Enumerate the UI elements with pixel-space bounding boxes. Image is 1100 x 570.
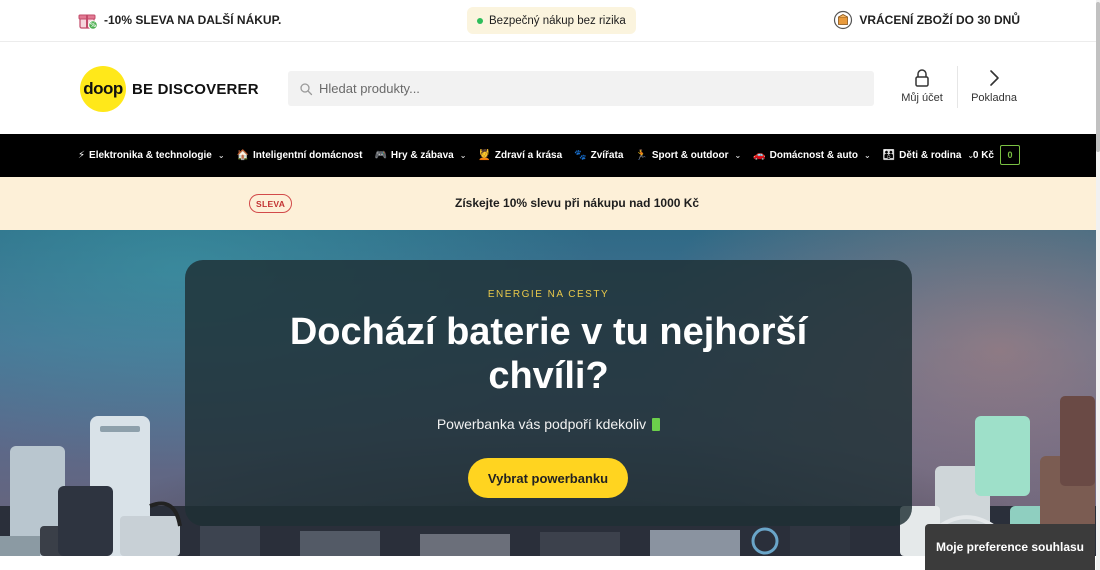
- logo-name: BE DISCOVERER: [132, 80, 259, 98]
- chevron-down-icon: ⌄: [864, 151, 871, 160]
- nav-item-pets[interactable]: 🐾 Zvířata: [574, 150, 623, 161]
- choose-powerbank-button[interactable]: Vybrat powerbanku: [468, 458, 628, 498]
- lightning-icon: ⚡: [78, 150, 86, 161]
- nav-item-games[interactable]: 🎮 Hry & zábava ⌄: [374, 150, 466, 161]
- cart-count-badge: 0: [1000, 145, 1020, 165]
- return-box-icon: [833, 10, 853, 30]
- nav-item-label: Elektronika & technologie: [89, 150, 212, 161]
- return-policy-text: VRÁCENÍ ZBOŽÍ DO 30 DNŮ: [859, 13, 1020, 27]
- nav-item-kids-family[interactable]: 👪 Děti & rodina ⌄: [883, 150, 974, 161]
- checkout-link[interactable]: Pokladna: [965, 68, 1023, 104]
- search-icon: [299, 82, 313, 96]
- chevron-down-icon: ⌄: [734, 151, 742, 160]
- promo-banner: SLEVA Získejte 10% slevu při nákupu nad …: [0, 177, 1100, 230]
- battery-icon: [652, 418, 661, 431]
- nav-item-label: Sport & outdoor: [651, 150, 729, 161]
- nav-item-smart-home[interactable]: 🏠 Inteligentní domácnost: [237, 150, 363, 161]
- nav-item-home-auto[interactable]: 🚗 Domácnost & auto ⌄: [753, 150, 871, 161]
- cart-button[interactable]: 0 Kč 0: [973, 145, 1020, 165]
- hero-eyebrow: ENERGIE NA CESTY: [487, 289, 610, 300]
- house-icon: 🏠: [236, 150, 249, 161]
- checkout-label: Pokladna: [971, 92, 1017, 104]
- car-icon: 🚗: [753, 150, 766, 161]
- hero-title: Dochází baterie v tu nejhorší chvíli?: [289, 311, 808, 397]
- promo-text: Získejte 10% slevu při nákupu nad 1000 K…: [455, 196, 700, 210]
- nav-item-health-beauty[interactable]: 💆 Zdraví a krása: [478, 150, 562, 161]
- paw-icon: 🐾: [574, 150, 587, 161]
- nav-item-electronics[interactable]: ⚡ Elektronika & technologie ⌄: [78, 150, 225, 161]
- hero-content-panel: ENERGIE NA CESTY Dochází baterie v tu ne…: [185, 260, 912, 526]
- hero-subtitle: Powerbanka vás podpoří kdekoliv: [185, 416, 912, 432]
- chevron-down-icon: ⌄: [459, 151, 467, 160]
- return-policy-notice: VRÁCENÍ ZBOŽÍ DO 30 DNŮ: [833, 10, 1020, 30]
- hero-subtitle-text: Powerbanka vás podpoří kdekoliv: [436, 416, 647, 432]
- top-info-bar: % -10% SLEVA NA DALŠÍ NÁKUP. Bezpečný ná…: [0, 0, 1100, 42]
- nav-item-label: Zvířata: [590, 150, 624, 161]
- sale-badge: SLEVA: [249, 194, 293, 213]
- chevron-right-icon: [990, 70, 999, 86]
- site-logo[interactable]: doop BE DISCOVERER: [80, 66, 259, 112]
- search-box: [288, 71, 874, 106]
- status-dot-icon: [477, 17, 483, 24]
- account-link[interactable]: Můj účet: [893, 68, 951, 104]
- site-header: doop BE DISCOVERER Můj účet Pokladna: [0, 42, 1100, 134]
- gift-icon: %: [78, 10, 98, 30]
- spa-icon: 💆: [478, 150, 491, 161]
- logo-mark: doop: [80, 66, 126, 112]
- consent-preferences-button[interactable]: Moje preference souhlasu: [925, 524, 1095, 570]
- gamepad-icon: 🎮: [374, 150, 387, 161]
- chevron-down-icon: ⌄: [217, 151, 225, 160]
- family-icon: 👪: [882, 150, 896, 161]
- nav-item-label: Domácnost & auto: [769, 150, 858, 161]
- page-scrollbar[interactable]: [1096, 0, 1100, 570]
- scrollbar-thumb[interactable]: [1096, 2, 1100, 152]
- cart-total: 0 Kč: [972, 149, 994, 161]
- nav-item-sport[interactable]: 🏃 Sport & outdoor ⌄: [635, 150, 741, 161]
- discount-notice-text: -10% SLEVA NA DALŠÍ NÁKUP.: [104, 13, 282, 27]
- runner-icon: 🏃: [635, 150, 648, 161]
- nav-item-label: Děti & rodina: [899, 150, 962, 161]
- hero-banner: ENERGIE NA CESTY Dochází baterie v tu ne…: [0, 230, 1100, 556]
- search-input[interactable]: [319, 81, 839, 96]
- lock-icon: [915, 69, 929, 87]
- main-navigation: ⚡ Elektronika & technologie ⌄ 🏠 Inteligentn…: [0, 134, 1100, 177]
- nav-item-label: Hry & zábava: [390, 150, 454, 161]
- nav-item-label: Zdraví a krása: [494, 150, 563, 161]
- nav-item-label: Inteligentní domácnost: [253, 150, 363, 161]
- secure-purchase-badge: Bezpečný nákup bez rizika: [467, 7, 636, 34]
- account-label: Můj účet: [901, 92, 943, 104]
- svg-text:%: %: [90, 22, 96, 29]
- discount-notice: % -10% SLEVA NA DALŠÍ NÁKUP.: [78, 10, 281, 30]
- secure-purchase-text: Bezpečný nákup bez rizika: [489, 14, 626, 27]
- header-divider: [957, 66, 958, 108]
